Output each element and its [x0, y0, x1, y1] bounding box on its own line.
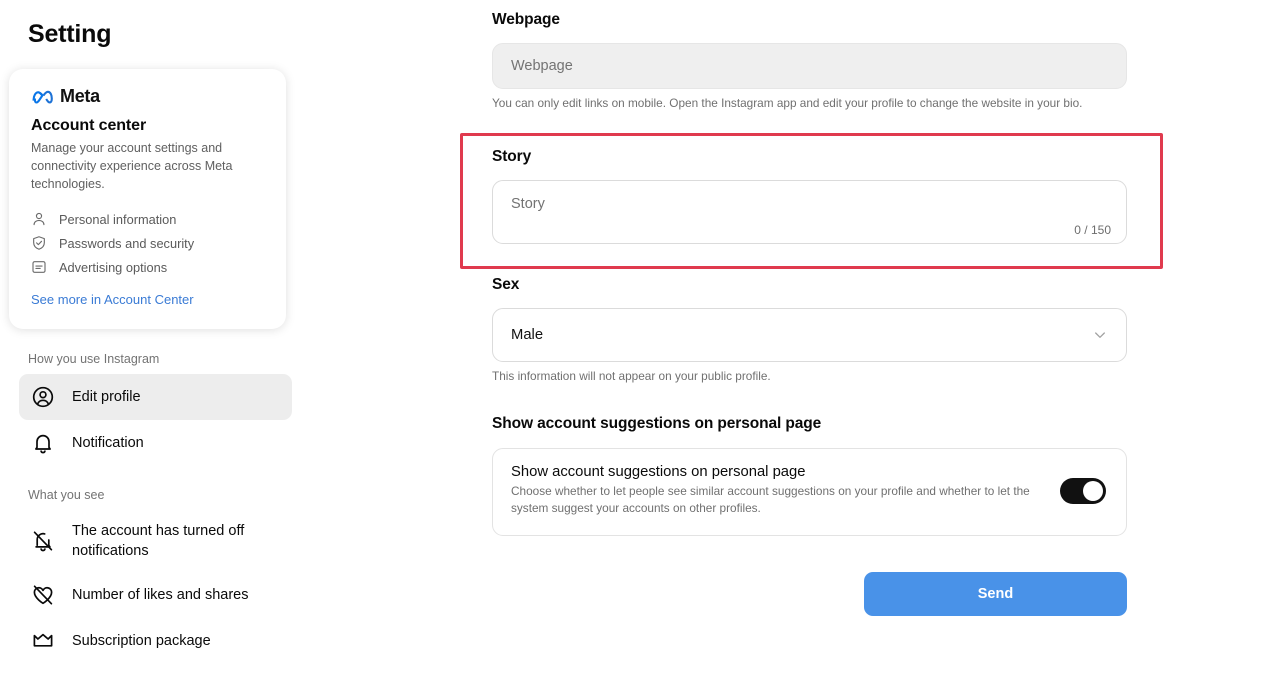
page-title: Setting [28, 20, 112, 48]
sidebar-item-label: Number of likes and shares [72, 587, 249, 603]
meta-brand: Meta [31, 87, 264, 105]
sex-select[interactable]: Male [492, 307, 1127, 362]
nav-section-heading-how-you-use: How you use Instagram [28, 352, 160, 366]
sidebar-navigation: How you use Instagram Edit profile Notif… [0, 352, 311, 664]
account-link-personal-information[interactable]: Personal information [31, 207, 264, 231]
account-link-advertising-options[interactable]: Advertising options [31, 255, 264, 279]
sidebar-item-turned-off-notifications[interactable]: The account has turned off notifications [19, 510, 292, 572]
bell-icon [35, 434, 51, 454]
webpage-input[interactable]: Webpage [492, 43, 1127, 89]
story-section-title: Story [492, 147, 532, 165]
account-center-description: Manage your account settings and connect… [31, 141, 233, 191]
webpage-section: Webpage Webpage You can only edit links … [492, 0, 1129, 112]
story-textarea[interactable]: Story 0 / 150 [492, 179, 1127, 244]
send-button[interactable]: Send [864, 571, 1127, 616]
sex-helper-text: This information will not appear on your… [492, 368, 771, 383]
account-suggestions-text: Show account suggestions on personal pag… [511, 464, 1042, 517]
story-placeholder: Story [511, 195, 545, 212]
person-icon [33, 213, 45, 226]
account-link-label: Personal information [59, 211, 177, 227]
story-character-counter: 0 / 150 [1074, 222, 1111, 237]
heart-slash-icon [33, 585, 53, 605]
account-center-heading: Account center [31, 117, 147, 134]
sidebar-item-label: Notification [72, 435, 144, 451]
meta-wordmark: Meta [60, 86, 100, 106]
sidebar-item-label: The account has turned off notifications [72, 523, 245, 559]
account-link-passwords-and-security[interactable]: Passwords and security [31, 231, 264, 255]
account-suggestions-section: Show account suggestions on personal pag… [492, 385, 1129, 536]
bell-slash-icon [33, 531, 53, 552]
account-center-card: Meta Account center Manage your account … [9, 69, 286, 330]
settings-page: Setting Meta Account center Manage your … [0, 0, 1280, 690]
story-section: Story Story 0 / 150 [492, 112, 1129, 244]
account-suggestions-title: Show account suggestions on personal pag… [492, 414, 822, 432]
nav-section-heading-what-you-see: What you see [28, 488, 105, 502]
submit-row: Send [492, 536, 1127, 616]
webpage-helper-text: You can only edit links on mobile. Open … [492, 96, 1083, 110]
account-suggestions-toggle[interactable] [1060, 477, 1106, 504]
sidebar-item-subscription-package[interactable]: Subscription package [19, 618, 292, 664]
sidebar: Setting Meta Account center Manage your … [0, 0, 311, 690]
profile-circle-icon [32, 386, 54, 408]
main-content: Webpage Webpage You can only edit links … [311, 0, 1280, 690]
meta-infinity-icon [32, 90, 53, 104]
account-suggestions-card-description: Choose whether to let people see similar… [511, 484, 1030, 516]
account-suggestions-card-title: Show account suggestions on personal pag… [511, 464, 806, 481]
sidebar-item-notification[interactable]: Notification [19, 420, 292, 466]
account-link-label: Passwords and security [59, 235, 195, 251]
sidebar-item-number-of-likes-and-shares[interactable]: Number of likes and shares [19, 572, 292, 618]
sex-section: Sex Male This information will not appea… [492, 244, 1129, 385]
sex-select-value: Male [511, 326, 544, 343]
shield-check-icon [33, 236, 45, 251]
webpage-input-placeholder: Webpage [511, 58, 573, 74]
sidebar-item-label: Edit profile [72, 389, 141, 405]
webpage-section-title: Webpage [492, 11, 560, 28]
sidebar-item-label: Subscription package [72, 633, 211, 649]
chevron-down-icon [1095, 332, 1105, 338]
sidebar-item-edit-profile[interactable]: Edit profile [19, 374, 292, 420]
account-suggestions-card: Show account suggestions on personal pag… [492, 447, 1127, 536]
account-link-label: Advertising options [59, 259, 168, 275]
sex-section-title: Sex [492, 275, 520, 293]
toggle-knob [1083, 480, 1103, 501]
crown-icon [33, 633, 53, 647]
advertising-icon [32, 261, 46, 274]
see-more-account-center-link[interactable]: See more in Account Center [31, 292, 264, 307]
